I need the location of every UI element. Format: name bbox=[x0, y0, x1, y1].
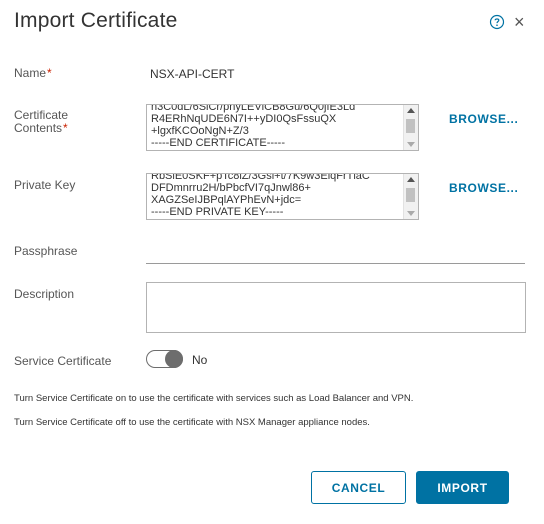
service-certificate-toggle[interactable] bbox=[146, 350, 183, 368]
passphrase-input[interactable] bbox=[146, 263, 525, 264]
name-label: Name* bbox=[14, 66, 52, 80]
toggle-knob bbox=[165, 350, 183, 368]
private-key-line: RbSlE0SKF+pTc8lZ/3Gsl+t/7K9w3ElqFrTlaC bbox=[151, 173, 370, 182]
scroll-up-arrow-icon[interactable] bbox=[407, 177, 415, 182]
description-textarea[interactable] bbox=[146, 282, 526, 333]
private-key-line: XAGZSeIJBPqlAYPhEvN+jdc= bbox=[151, 194, 302, 206]
dialog-title: Import Certificate bbox=[14, 9, 178, 32]
import-button[interactable]: IMPORT bbox=[416, 471, 509, 504]
certificate-browse-button[interactable]: BROWSE... bbox=[449, 112, 518, 126]
private-key-label: Private Key bbox=[14, 178, 76, 192]
textarea-scrollbar[interactable] bbox=[403, 174, 418, 219]
certificate-line: n3C0dL/6SlCr/phyLEVlCB8Gu/6Q0jfE3Ld bbox=[151, 104, 356, 113]
textarea-scrollbar[interactable] bbox=[403, 105, 418, 150]
private-key-line: DFDmnrru2H/bPbcfVI7qJnwl86+ bbox=[151, 182, 311, 194]
private-key-textarea[interactable]: RbSlE0SKF+pTc8lZ/3Gsl+t/7K9w3ElqFrTlaC D… bbox=[146, 173, 419, 220]
close-icon[interactable]: × bbox=[514, 13, 525, 31]
scroll-down-arrow-icon[interactable] bbox=[407, 211, 415, 216]
certificate-line: -----END CERTIFICATE----- bbox=[151, 137, 286, 149]
certificate-contents-textarea[interactable]: n3C0dL/6SlCr/phyLEVlCB8Gu/6Q0jfE3Ld R4ER… bbox=[146, 104, 419, 151]
help-circle-icon[interactable] bbox=[489, 14, 505, 30]
private-key-line: -----END PRIVATE KEY----- bbox=[151, 206, 284, 218]
required-marker: * bbox=[47, 66, 52, 80]
name-field[interactable]: NSX-API-CERT bbox=[150, 67, 234, 81]
scroll-thumb[interactable] bbox=[406, 119, 415, 133]
certificate-line: R4ERhNqUDE6N7I++yDI0QsFssuQX bbox=[151, 113, 337, 125]
certificate-contents-label: Certificate Contents* bbox=[14, 108, 69, 135]
service-certificate-state: No bbox=[192, 353, 208, 367]
service-certificate-label: Service Certificate bbox=[14, 354, 112, 368]
certificate-line: +lgxfKCOoNgN+Z/3 bbox=[151, 125, 249, 137]
cancel-button[interactable]: CANCEL bbox=[311, 471, 406, 504]
scroll-up-arrow-icon[interactable] bbox=[407, 108, 415, 113]
scroll-down-arrow-icon[interactable] bbox=[407, 142, 415, 147]
private-key-browse-button[interactable]: BROWSE... bbox=[449, 181, 518, 195]
help-text-off: Turn Service Certificate off to use the … bbox=[14, 417, 370, 428]
scroll-thumb[interactable] bbox=[406, 188, 415, 202]
passphrase-label: Passphrase bbox=[14, 244, 78, 258]
required-marker: * bbox=[63, 121, 68, 135]
help-text-on: Turn Service Certificate on to use the c… bbox=[14, 393, 414, 404]
description-label: Description bbox=[14, 287, 75, 301]
